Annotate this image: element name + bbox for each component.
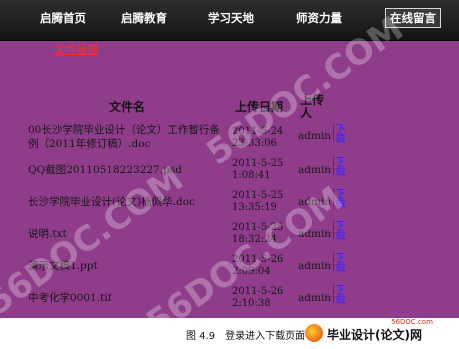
nav-item-home[interactable]: 启腾首页 bbox=[40, 10, 86, 26]
top-nav-bar: 启腾首页 启腾教育 学习天地 师资力量 在线留言 bbox=[0, 0, 459, 41]
table-row-uploader: admin bbox=[298, 196, 332, 208]
file-management-panel: 文件管理 文件名 上传日期 上传人 00长沙学院毕业设计（论文）工作暂行条例（2… bbox=[0, 9, 459, 318]
table-row-filename: 演示文稿1.ppt bbox=[28, 260, 98, 272]
table-row-uploader: admin bbox=[298, 228, 332, 240]
logo-badge-icon bbox=[305, 324, 323, 342]
header-filename: 文件名 bbox=[109, 100, 146, 114]
nav-item-education[interactable]: 启腾教育 bbox=[121, 10, 167, 26]
table-row-date: 2011-5-26 2:10:38 bbox=[232, 286, 284, 309]
download-link[interactable]: 下载 bbox=[333, 220, 348, 239]
table-row-date: 2011-5-24 23:33:06 bbox=[232, 126, 284, 149]
table-row-uploader: admin bbox=[298, 292, 332, 304]
download-link[interactable]: 下载 bbox=[333, 188, 348, 207]
header-uploader: 上传人 bbox=[300, 93, 325, 120]
table-row-filename: 说明.txt bbox=[28, 228, 67, 240]
logo-text: 毕业设计(论文)网 bbox=[327, 328, 422, 342]
table-row-filename: QQ截图20110518223227.psd bbox=[28, 164, 182, 176]
nav-item-learning[interactable]: 学习天地 bbox=[208, 10, 254, 26]
download-link[interactable]: 下载 bbox=[333, 252, 348, 271]
table-row-uploader: admin bbox=[298, 164, 332, 176]
logo-url: 56DOC.com bbox=[391, 318, 433, 326]
section-title: 文件管理 bbox=[54, 43, 98, 56]
table-row-uploader: admin bbox=[298, 130, 332, 142]
table-row-filename: 中考化学0001.tif bbox=[28, 292, 112, 304]
nav-item-teachers[interactable]: 师资力量 bbox=[296, 10, 342, 26]
table-row-date: 2011-5-25 18:32:24 bbox=[232, 222, 284, 245]
site-logo: 56DOC.com 毕业设计(论文)网 bbox=[301, 318, 453, 346]
nav-item-message[interactable]: 在线留言 bbox=[385, 8, 441, 28]
table-row-date: 2011-5-25 13:35:19 bbox=[232, 190, 284, 213]
download-link[interactable]: 下载 bbox=[333, 156, 348, 175]
screenshot-frame: 启腾首页 启腾教育 学习天地 师资力量 在线留言 文件管理 文件名 上传日期 上… bbox=[0, 0, 459, 318]
table-row-filename: 00长沙学院毕业设计（论文）工作暂行条例（2011年修订稿）.doc bbox=[28, 124, 220, 150]
download-link[interactable]: 下载 bbox=[333, 123, 348, 142]
download-link[interactable]: 下载 bbox=[333, 284, 348, 303]
table-row-filename: 长沙学院毕业设计(论文)杨佩华.doc bbox=[28, 196, 195, 208]
table-row-uploader: admin bbox=[298, 260, 332, 272]
table-row-date: 2011-5-26 2:09:04 bbox=[232, 254, 284, 277]
table-row-date: 2011-5-25 1:08:41 bbox=[232, 158, 284, 181]
header-upload-date: 上传日期 bbox=[235, 100, 284, 114]
